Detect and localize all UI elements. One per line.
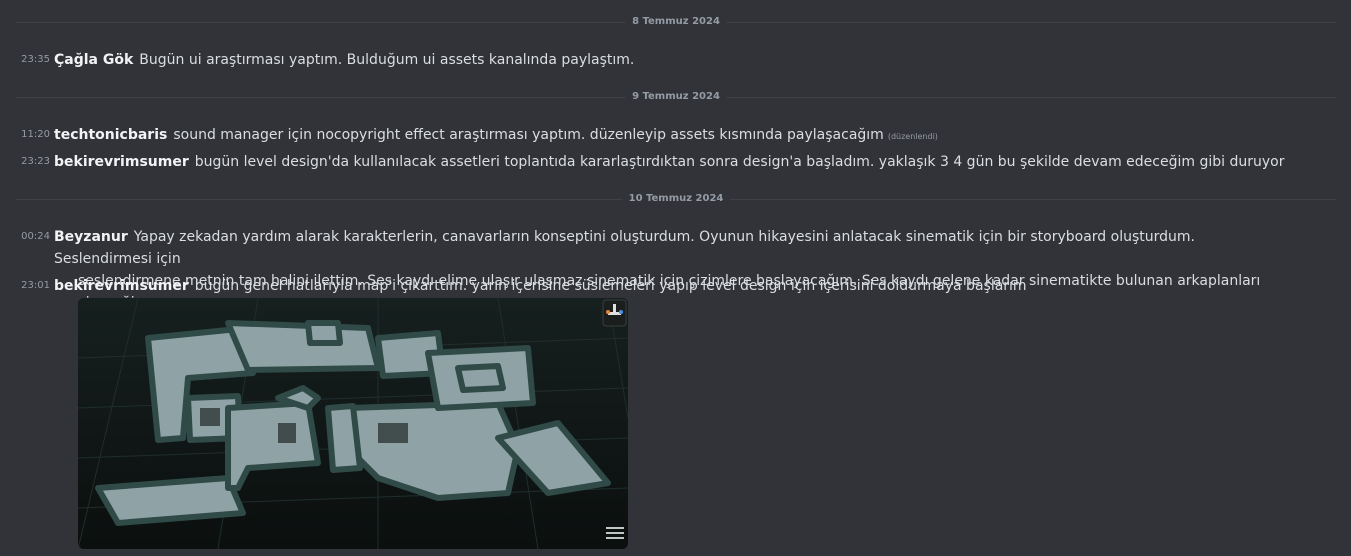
message-author[interactable]: techtonicbaris bbox=[54, 127, 167, 143]
message-author[interactable]: Çağla Gök bbox=[54, 52, 133, 68]
level-map-screenshot bbox=[78, 298, 628, 549]
divider-label: 9 Temmuz 2024 bbox=[626, 90, 726, 104]
date-divider: 10 Temmuz 2024 bbox=[16, 192, 1336, 206]
divider-label: 8 Temmuz 2024 bbox=[626, 15, 726, 29]
message-text: Bugün ui araştırması yaptım. Bulduğum ui… bbox=[139, 52, 635, 68]
image-attachment[interactable] bbox=[78, 298, 628, 549]
message-timestamp[interactable]: 00:24 bbox=[21, 226, 50, 248]
message-timestamp[interactable]: 11:20 bbox=[21, 124, 50, 146]
message-text: bugün level design'da kullanılacak asset… bbox=[194, 154, 1285, 170]
message-text: Yapay zekadan yardım alarak karakterleri… bbox=[54, 229, 1195, 267]
message-author[interactable]: bekirevrimsumer bbox=[54, 278, 189, 294]
edited-label: (düzenlendi) bbox=[887, 132, 938, 141]
message-timestamp[interactable]: 23:23 bbox=[21, 151, 50, 173]
message-timestamp[interactable]: 23:35 bbox=[21, 49, 50, 71]
date-divider: 8 Temmuz 2024 bbox=[16, 15, 1336, 29]
date-divider: 9 Temmuz 2024 bbox=[16, 90, 1336, 104]
message-timestamp[interactable]: 23:01 bbox=[21, 275, 50, 297]
message-text: sound manager için nocopyright effect ar… bbox=[173, 127, 884, 143]
message-text: bugün genel hatlarıyla map'i çıkarttım. … bbox=[194, 278, 1027, 294]
divider-label: 10 Temmuz 2024 bbox=[622, 192, 730, 206]
message-author[interactable]: Beyzanur bbox=[54, 229, 128, 245]
message-author[interactable]: bekirevrimsumer bbox=[54, 154, 189, 170]
